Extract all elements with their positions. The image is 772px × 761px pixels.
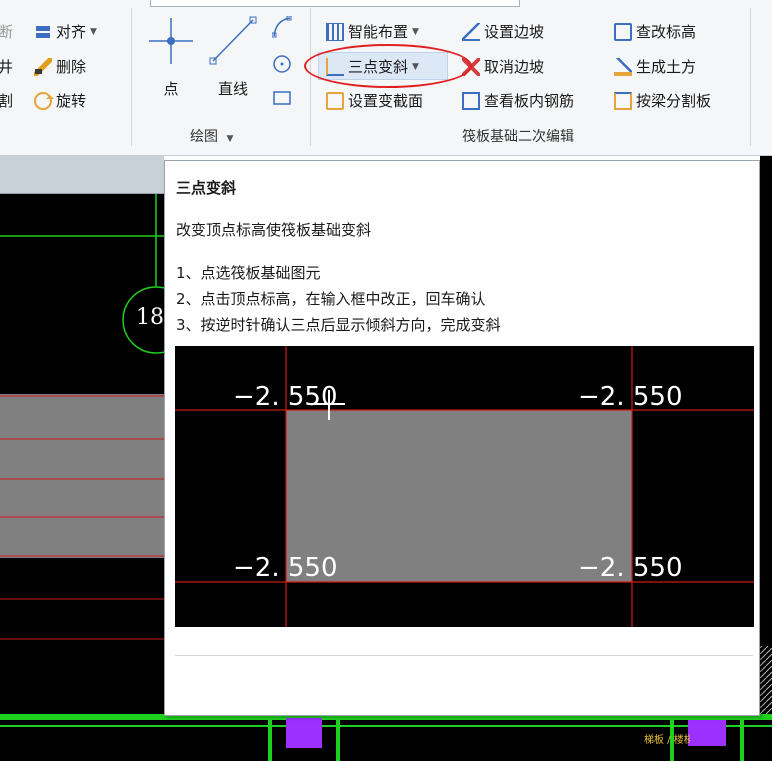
top-input-strip[interactable] (150, 0, 520, 7)
app-window: 断 井 割 对齐 ▼ 删除 旋转 点 直线 绘图 ▼ 智能布置 ▼ 三点变斜 ▼… (0, 0, 772, 761)
circle-icon[interactable] (272, 54, 292, 74)
stair-label: 梯板 / 楼梯 (644, 735, 690, 746)
delete-label: 删除 (56, 58, 87, 76)
chevron-down-icon: ▼ (226, 134, 234, 144)
cad-drawing (0, 194, 190, 640)
align-label: 对齐 (56, 23, 87, 41)
view-rebar-label: 查看板内钢筋 (484, 92, 575, 110)
set-slope-label: 设置边坡 (484, 23, 545, 41)
variable-section-icon (326, 91, 344, 110)
slope-icon (462, 22, 480, 41)
cad-canvas-right[interactable] (760, 156, 772, 761)
cancel-slope-label: 取消边坡 (484, 58, 545, 76)
rectangle-icon[interactable] (272, 88, 292, 108)
group-separator (310, 8, 311, 146)
draw-group-label-text: 绘图 (190, 129, 218, 145)
cad-canvas[interactable] (0, 194, 190, 714)
point-tool-button[interactable]: 点 (146, 16, 196, 98)
point-label: 点 (163, 80, 179, 98)
line-icon (209, 16, 257, 65)
split-by-beam-label: 按梁分割板 (636, 92, 712, 110)
group-separator (750, 8, 751, 146)
tooltip-panel: 三点变斜 改变顶点标高使筏板基础变斜 1、点选筏板基础图元 2、点击顶点标高，在… (164, 160, 760, 716)
align-icon (34, 22, 52, 41)
chevron-down-icon: ▼ (90, 26, 97, 37)
split-slab-icon (614, 91, 632, 110)
break-label: 断 (0, 23, 14, 41)
rotate-label: 旋转 (56, 92, 87, 110)
chevron-down-icon: ▼ (412, 26, 419, 37)
rotate-button[interactable]: 旋转 (34, 90, 86, 111)
set-section-button[interactable]: 设置变截面 (326, 90, 423, 111)
axis-number: 18 (136, 305, 164, 330)
highlight-ellipse (304, 44, 472, 88)
drawing-tab-strip[interactable] (0, 156, 164, 194)
elevation-label: −2. 550 (578, 382, 683, 412)
generate-earthwork-button[interactable]: 生成土方 (614, 56, 696, 77)
elevation-icon (614, 22, 632, 41)
tooltip-title: 三点变斜 (176, 179, 237, 197)
tooltip-separator (175, 655, 753, 656)
view-rebar-button[interactable]: 查看板内钢筋 (462, 90, 574, 111)
break-button[interactable]: 断 (0, 21, 13, 42)
rebar-icon (462, 91, 480, 110)
tooltip-step: 3、按逆时针确认三点后显示倾斜方向，完成变斜 (176, 316, 501, 334)
check-elevation-label: 查改标高 (636, 23, 697, 41)
tooltip-preview-image: −2. 550 −2. 550 −2. 550 −2. 550 (175, 346, 754, 627)
rotate-icon (34, 91, 54, 110)
generate-earthwork-label: 生成土方 (636, 58, 697, 76)
line-tool-button[interactable]: 直线 (208, 16, 258, 98)
hatch-pattern (760, 646, 772, 761)
check-elevation-button[interactable]: 查改标高 (614, 21, 696, 42)
raft-group-label: 筏板基础二次编辑 (462, 129, 574, 145)
split-by-beam-button[interactable]: 按梁分割板 (614, 90, 711, 111)
elevation-label: −2. 550 (233, 382, 338, 412)
tooltip-description: 改变顶点标高使筏板基础变斜 (176, 221, 372, 239)
group-separator (131, 8, 132, 146)
draw-group-label[interactable]: 绘图 ▼ (190, 126, 233, 146)
tooltip-step: 2、点击顶点标高，在输入框中改正，回车确认 (176, 290, 486, 308)
split-label: 割 (0, 92, 14, 110)
elevation-label: −2. 550 (233, 553, 338, 583)
smart-layout-icon (326, 22, 344, 41)
set-section-label: 设置变截面 (348, 92, 424, 110)
eraser-icon (34, 57, 52, 76)
arc-icon[interactable] (272, 16, 292, 38)
elevation-label: −2. 550 (578, 553, 683, 583)
smart-layout-label: 智能布置 (348, 23, 409, 41)
tooltip-step: 1、点选筏板基础图元 (176, 264, 321, 282)
merge-button[interactable]: 井 (0, 56, 13, 77)
split-button[interactable]: 割 (0, 90, 13, 111)
earthwork-icon (614, 57, 632, 76)
delete-button[interactable]: 删除 (34, 56, 86, 77)
line-label: 直线 (217, 80, 248, 98)
point-icon (149, 18, 193, 64)
ribbon: 断 井 割 对齐 ▼ 删除 旋转 点 直线 绘图 ▼ 智能布置 ▼ 三点变斜 ▼… (0, 0, 772, 156)
set-slope-button[interactable]: 设置边坡 (462, 21, 544, 42)
merge-label: 井 (0, 58, 14, 76)
smart-layout-button[interactable]: 智能布置 ▼ (326, 21, 419, 42)
cancel-slope-button[interactable]: 取消边坡 (462, 56, 544, 77)
align-button[interactable]: 对齐 ▼ (34, 21, 97, 42)
